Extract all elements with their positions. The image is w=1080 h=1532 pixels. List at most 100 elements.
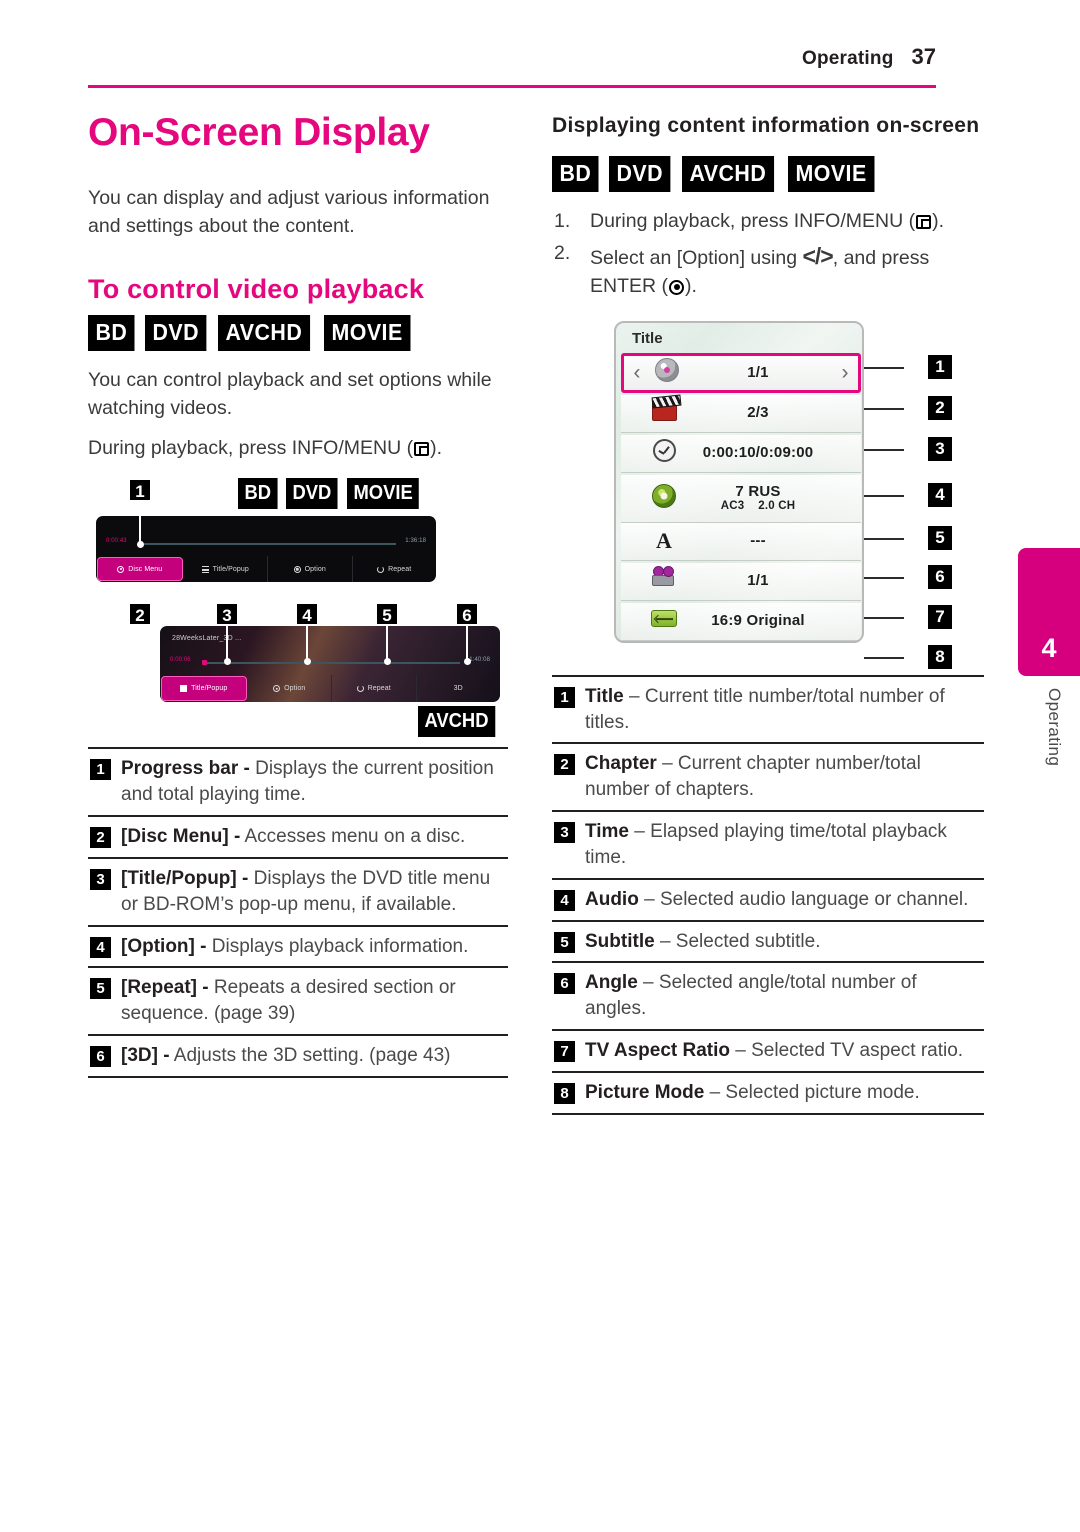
badge-bd: BD (88, 315, 135, 352)
r-row-desc-8: – Selected picture mode. (704, 1081, 920, 1103)
info-menu-icon-step1 (916, 214, 932, 229)
osd-button-repeat-2-label: Repeat (367, 685, 391, 693)
table-row: 4 [Option] - Displays playback informati… (88, 927, 508, 969)
row-text-4: [Option] - Displays playback information… (121, 934, 468, 960)
row-text-6: [3D] - Adjusts the 3D setting. (page 43) (121, 1043, 451, 1069)
row-text-1: Progress bar - Displays the current posi… (121, 756, 506, 808)
progress-track-1[interactable] (140, 543, 396, 545)
osd-button-option-2-label: Option (284, 685, 306, 693)
osd-row-angle[interactable]: 1/1 (621, 562, 861, 601)
row-text-3: [Title/Popup] - Displays the DVD title m… (121, 866, 506, 918)
info-menu-text-pre: During playback, press INFO/MENU ( (88, 436, 414, 459)
badge-bd-right: BD (552, 155, 599, 192)
osd-value-aspect-ratio: 16:9 Original (711, 612, 805, 630)
osd-row-tv-aspect-ratio[interactable]: 16:9 Original (621, 602, 861, 641)
osd-value-angle: 1/1 (747, 572, 769, 590)
osd-button-repeat-1-label: Repeat (388, 565, 412, 573)
r-row-term-5: Subtitle (585, 930, 655, 952)
osd-button-option-1[interactable]: Option (268, 556, 353, 583)
osd-value-audio-channels: 2.0 CH (758, 500, 796, 513)
osd-button-repeat-1[interactable]: Repeat (353, 556, 437, 582)
row-term-4: [Option] - (121, 935, 207, 957)
badge-dvd: DVD (145, 315, 207, 352)
row-number-4: 4 (90, 936, 111, 958)
progress-knob-2[interactable] (202, 659, 207, 665)
row-term-2: [Disc Menu] - (121, 826, 241, 848)
step-2-pre: Select an [Option] using (590, 247, 803, 270)
right-column: Displaying content information on-screen… (552, 112, 984, 1115)
callout-2: 2 (128, 602, 152, 627)
step-1-post: ). (932, 209, 945, 232)
total-time-2: 1:40:08 (469, 657, 490, 664)
osd-row-title[interactable]: ‹ 1/1 › (621, 352, 861, 393)
osd-value-audio-format-row: AC3 2.0 CH (681, 500, 835, 512)
figure-badges-bottom: AVCHD (418, 706, 502, 738)
row-term-1: Progress bar - (121, 758, 250, 780)
osd-button-disc-menu-label: Disc Menu (128, 565, 163, 573)
table-row: 2 Chapter – Current chapter number/total… (552, 744, 984, 813)
osd-leader-7 (864, 616, 904, 619)
osd-row-time[interactable]: 0:00:10/0:09:00 (621, 434, 861, 473)
progress-track-2[interactable] (204, 662, 460, 664)
media-badges-left: BD DVD AVCHD MOVIE (88, 315, 508, 352)
step-2-post: ). (685, 275, 697, 298)
osd-callout-5: 5 (928, 525, 952, 550)
osd-leader-8 (864, 656, 904, 659)
r-row-text-2: Chapter – Current chapter number/total n… (585, 751, 982, 803)
osd-leader-4 (864, 494, 904, 497)
osd-button-row-2: Title/Popup Option Repeat 3D (160, 675, 501, 703)
osd-control-bar-avchd: 28WeeksLater_3D ... 0:00:06 1:40:08 Titl… (160, 626, 501, 703)
osd-info-menu: Title ‹ 1/1 › 2/3 0:00:10/0:09:00 7 RUS … (614, 320, 864, 643)
r-row-text-5: Subtitle – Selected subtitle. (585, 929, 821, 955)
repeat-icon-2 (356, 685, 364, 693)
prev-arrow-icon[interactable]: ‹ (624, 361, 650, 385)
osd-button-option-2[interactable]: Option (248, 675, 332, 703)
row-desc-6: Adjusts the 3D setting. (page 43) (169, 1045, 451, 1066)
left-definition-list: 1 Progress bar - Displays the current po… (88, 747, 508, 1078)
osd-button-repeat-2[interactable]: Repeat (332, 675, 417, 703)
info-menu-text-post: ). (430, 436, 443, 459)
row-number-2: 2 (90, 827, 111, 849)
osd-row-subtitle[interactable]: A --- (621, 522, 861, 561)
osd-row-audio[interactable]: 7 RUS AC3 2.0 CH (621, 474, 861, 523)
table-row: 4 Audio – Selected audio language or cha… (552, 880, 984, 922)
osd-button-3d-label: 3D (453, 685, 463, 693)
osd-button-title-popup-1[interactable]: Title/Popup (184, 556, 268, 583)
row-number-1: 1 (90, 759, 111, 781)
row-term-3: [Title/Popup] - (121, 867, 249, 889)
header-section-title: Operating (801, 48, 894, 69)
osd-button-title-popup-2[interactable]: Title/Popup (161, 676, 247, 702)
figure-badge-dvd: DVD (285, 478, 338, 510)
osd-control-bar-bd-dvd-movie: 0:00:43 1:36:18 Disc Menu Title/Popup Op… (96, 516, 437, 583)
row-desc-2: Accesses menu on a disc. (240, 826, 466, 848)
r-row-term-7: TV Aspect Ratio (585, 1040, 730, 1062)
table-row: 6 [3D] - Adjusts the 3D setting. (page 4… (88, 1036, 508, 1078)
page-title: On-Screen Display (88, 111, 430, 154)
chapter-tab-label: Operating (1045, 688, 1064, 767)
leader-line-2 (139, 582, 141, 605)
figure-badge-bd: BD (238, 478, 278, 510)
osd-value-subtitle: --- (750, 532, 766, 550)
osd-leader-5 (864, 537, 904, 540)
section-heading-control-playback: To control video playback (88, 274, 425, 305)
osd-value-audio-lang: 7 RUS (735, 483, 781, 501)
osd-row-chapter[interactable]: 2/3 (621, 394, 861, 433)
r-row-number-7: 7 (554, 1041, 575, 1063)
figure-badge-movie: MOVIE (347, 478, 420, 510)
badge-avchd-right: AVCHD (682, 155, 774, 192)
left-column: On-Screen Display You can display and ad… (88, 111, 508, 1078)
leader-line-4a (306, 582, 308, 605)
r-row-desc-7: – Selected TV aspect ratio. (730, 1040, 964, 1062)
next-arrow-icon[interactable]: › (832, 361, 858, 385)
osd-callout-3: 3 (928, 436, 952, 461)
table-row: 5 [Repeat] - Repeats a desired section o… (88, 968, 508, 1036)
media-badges-right: BD DVD AVCHD MOVIE (552, 155, 984, 192)
leader-line-5a (386, 582, 388, 605)
header-divider (88, 85, 936, 88)
r-row-number-1: 1 (554, 686, 575, 708)
table-row: 3 Time – Elapsed playing time/total play… (552, 812, 984, 880)
step-1: 1. During playback, press INFO/MENU (). (552, 208, 984, 236)
callout-5: 5 (375, 602, 399, 627)
osd-button-disc-menu[interactable]: Disc Menu (97, 557, 183, 582)
osd-button-3d[interactable]: 3D (417, 675, 501, 702)
